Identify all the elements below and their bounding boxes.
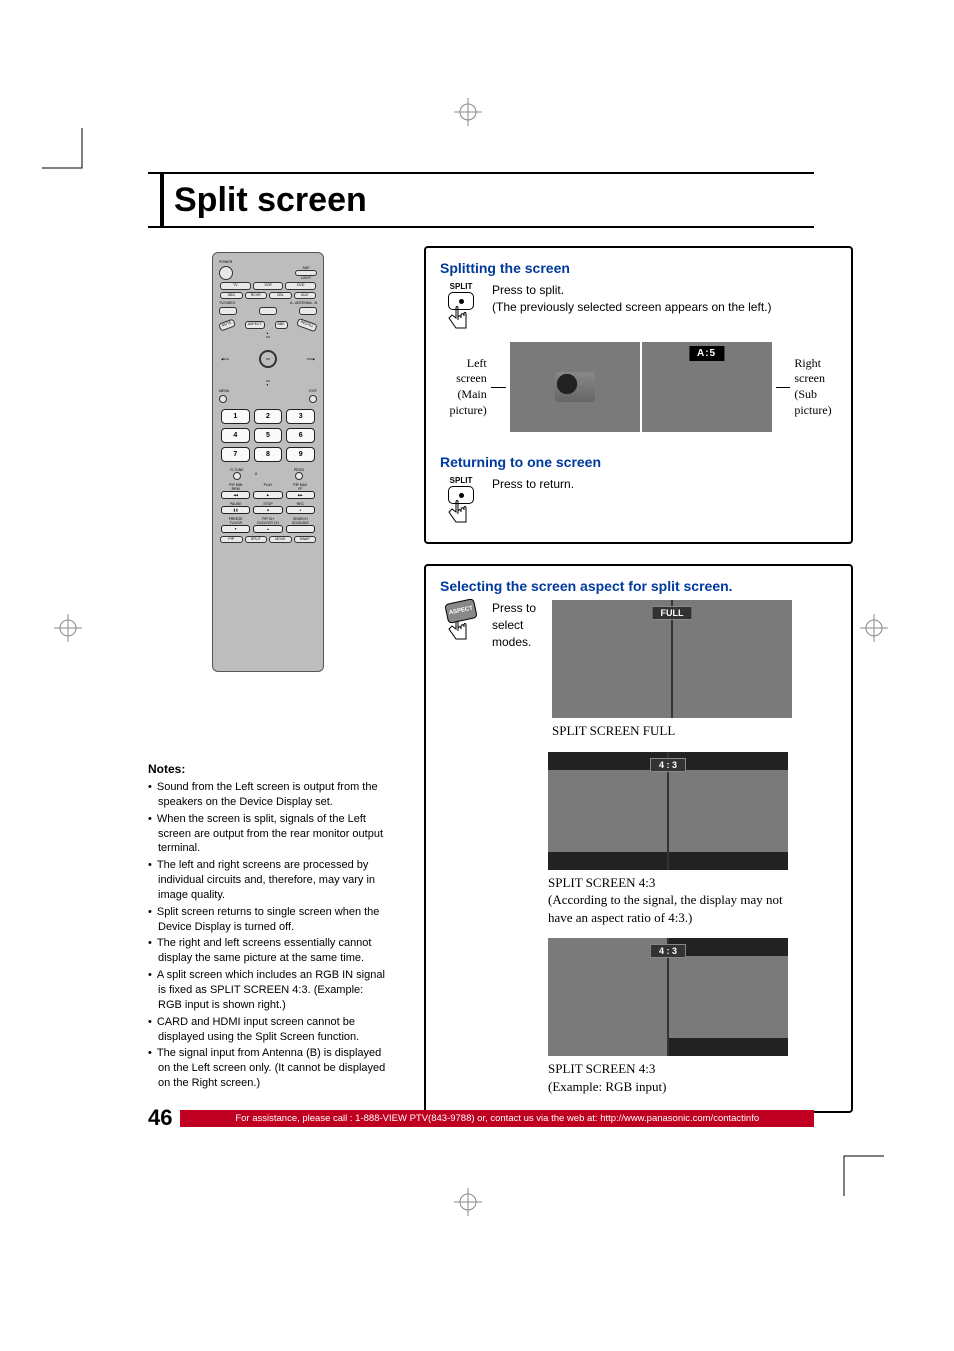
note-item: A split screen which includes an RGB IN … (148, 968, 388, 1013)
hand-icon (446, 306, 476, 332)
aspect-button-illustration: ASPECT (440, 600, 482, 643)
page-title-bar: Split screen (148, 172, 814, 228)
aspect-full-image: FULL (552, 600, 792, 718)
registration-mark-top (454, 98, 482, 126)
return-instruction: Press to return. (492, 476, 574, 493)
note-item: When the screen is split, signals of the… (148, 812, 388, 857)
note-item: Split screen returns to single screen wh… (148, 905, 388, 935)
right-screen-image: A:5 (642, 342, 772, 432)
note-item: The left and right screens are processed… (148, 858, 388, 903)
notes-section: Notes: Sound from the Left screen is out… (148, 762, 388, 1091)
heading-aspect: Selecting the screen aspect for split sc… (440, 578, 837, 594)
caption-full: SPLIT SCREEN FULL (552, 722, 812, 740)
page-number: 46 (148, 1105, 172, 1131)
note-item: The right and left screens essentially c… (148, 936, 388, 966)
crop-mark-br (836, 1148, 884, 1196)
aspect-instruction: Press to select modes. (492, 600, 542, 650)
split-screen-illustration: Left screen(Main picture) A:5 Right scre… (440, 342, 837, 432)
note-item: CARD and HDMI input screen cannot be dis… (148, 1015, 388, 1045)
heading-splitting: Splitting the screen (440, 260, 837, 276)
aspect-43-image-2: 4 : 3 (548, 938, 788, 1056)
registration-mark-right (860, 614, 888, 642)
note-item: The signal input from Antenna (B) is dis… (148, 1046, 388, 1091)
registration-mark-bottom (454, 1188, 482, 1216)
aspect-43-image-1: 4 : 3 (548, 752, 788, 870)
split-button-illustration: SPLIT (440, 282, 482, 332)
registration-mark-left (54, 614, 82, 642)
caption-43b: SPLIT SCREEN 4:3 (Example: RGB input) (548, 1060, 808, 1095)
section-splitting: Splitting the screen SPLIT Press to spli… (424, 246, 853, 544)
hand-icon (446, 500, 476, 526)
split-button-illustration-2: SPLIT (440, 476, 482, 526)
left-screen-image (510, 342, 640, 432)
page-footer: 46 For assistance, please call : 1-888-V… (148, 1105, 814, 1131)
remote-control-illustration: POWER SAPLIGHT TVVCRDVD DBSRCVRCBLAUX TV… (212, 252, 324, 672)
crop-mark-tl (42, 128, 90, 176)
caption-43a: SPLIT SCREEN 4:3 (According to the signa… (548, 874, 808, 927)
split-instruction: Press to split. (The previously selected… (492, 282, 771, 316)
note-item: Sound from the Left screen is output fro… (148, 780, 388, 810)
notes-list: Sound from the Left screen is output fro… (148, 780, 388, 1091)
footer-assistance: For assistance, please call : 1-888-VIEW… (180, 1110, 814, 1127)
heading-returning: Returning to one screen (440, 454, 837, 470)
page-title: Split screen (174, 181, 367, 220)
badge-a5: A:5 (689, 346, 724, 361)
notes-heading: Notes: (148, 762, 388, 776)
section-aspect: Selecting the screen aspect for split sc… (424, 564, 853, 1113)
